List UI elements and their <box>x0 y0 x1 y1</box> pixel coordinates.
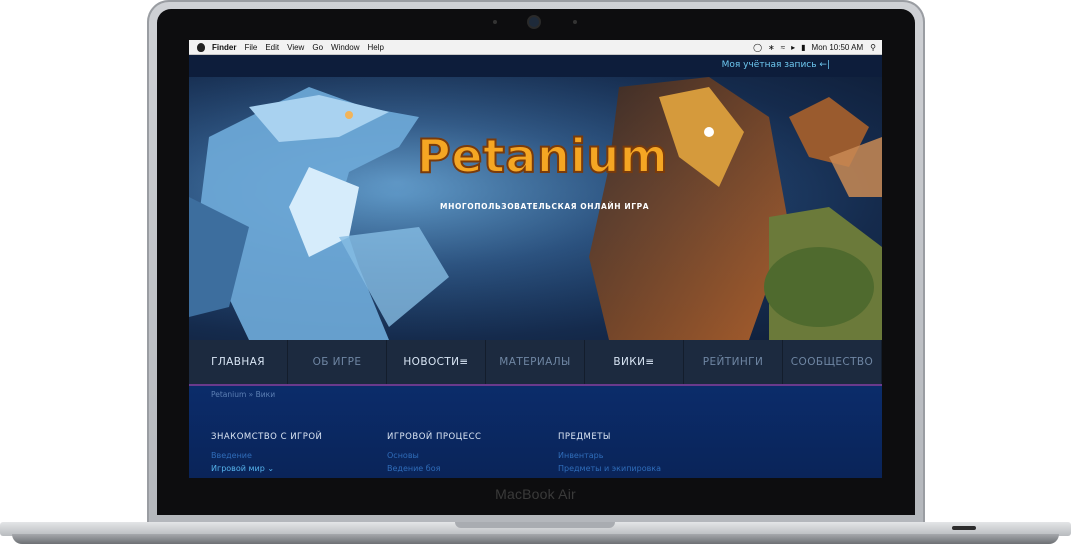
side-port <box>952 526 976 530</box>
chevron-down-icon: ⌄ <box>267 464 275 473</box>
wiki-link[interactable]: Ведение боя <box>387 464 482 473</box>
account-link[interactable]: Моя учётная запись ←| <box>722 60 830 70</box>
spotlight-search-icon[interactable]: ⚲ <box>870 43 876 52</box>
main-nav: ГЛАВНАЯ ОБ ИГРЕ НОВОСТИ ≡ МАТЕРИАЛЫ ВИКИ ≡… <box>189 340 882 386</box>
apple-icon[interactable] <box>197 42 205 52</box>
menu-finder[interactable]: Finder <box>212 43 236 52</box>
nav-label: НОВОСТИ <box>403 356 460 368</box>
wiki-column-gameplay: ИГРОВОЙ ПРОЦЕСС Основы Ведение боя <box>387 432 482 473</box>
wiki-link[interactable]: Инвентарь <box>558 451 661 460</box>
nav-label: МАТЕРИАЛЫ <box>499 356 571 368</box>
battery-icon[interactable]: ▮ <box>801 43 805 52</box>
hero-banner: Petanium МНОГОПОЛЬЗОВАТЕЛЬСКАЯ ОНЛАЙН ИГ… <box>189 77 882 340</box>
laptop-base-bottom <box>12 534 1059 544</box>
nav-label: РЕЙТИНГИ <box>702 356 764 368</box>
nav-label: ВИКИ <box>613 356 646 368</box>
wiki-link[interactable]: Основы <box>387 451 482 460</box>
nav-about[interactable]: ОБ ИГРЕ <box>288 340 387 384</box>
bluetooth-icon[interactable]: ∗ <box>768 43 775 52</box>
wifi-icon[interactable]: ≈ <box>781 43 785 52</box>
menu-clock[interactable]: Mon 10:50 AM <box>812 43 864 52</box>
device-brand-label: MacBook Air <box>495 486 576 502</box>
wiki-link[interactable]: Предметы и экипировка <box>558 464 661 473</box>
lid-opening-notch <box>455 522 615 528</box>
site-topbar: Моя учётная запись ←| <box>189 55 882 77</box>
wiki-content: Petanium » Вики ЗНАКОМСТВО С ИГРОЙ Введе… <box>189 386 882 478</box>
wiki-column-intro: ЗНАКОМСТВО С ИГРОЙ Введение Игровой мир … <box>211 432 322 473</box>
wiki-link-active[interactable]: Игровой мир ⌄ <box>211 464 322 473</box>
volume-icon[interactable]: ▸ <box>791 43 795 52</box>
wiki-column-items: ПРЕДМЕТЫ Инвентарь Предметы и экипировка <box>558 432 661 473</box>
nav-label: СООБЩЕСТВО <box>790 356 874 368</box>
menu-view[interactable]: View <box>287 43 304 52</box>
column-title: ЗНАКОМСТВО С ИГРОЙ <box>211 432 323 442</box>
laptop-screen: Finder File Edit View Go Window Help ◯ ∗… <box>189 40 882 478</box>
column-title: ПРЕДМЕТЫ <box>558 432 611 442</box>
site-logo[interactable]: Petanium <box>416 132 669 180</box>
nav-materials[interactable]: МАТЕРИАЛЫ <box>486 340 585 384</box>
menu-lines-icon: ≡ <box>645 356 655 368</box>
mac-menu-bar: Finder File Edit View Go Window Help ◯ ∗… <box>189 40 882 55</box>
site-tagline: МНОГОПОЛЬЗОВАТЕЛЬСКАЯ ОНЛАЙН ИГРА <box>440 202 650 211</box>
account-label: Моя учётная запись <box>721 60 817 70</box>
camera-icon <box>529 17 539 27</box>
menu-lines-icon: ≡ <box>459 356 469 368</box>
nav-news[interactable]: НОВОСТИ ≡ <box>387 340 486 384</box>
nav-community[interactable]: СООБЩЕСТВО <box>783 340 882 384</box>
column-title: ИГРОВОЙ ПРОЦЕСС <box>387 432 482 442</box>
wiki-link[interactable]: Введение <box>211 451 322 460</box>
sensor-dot <box>573 20 577 24</box>
nav-home[interactable]: ГЛАВНАЯ <box>189 340 288 384</box>
menu-help[interactable]: Help <box>367 43 383 52</box>
nav-wiki[interactable]: ВИКИ ≡ <box>585 340 684 384</box>
menu-file[interactable]: File <box>244 43 257 52</box>
sensor-dot <box>493 20 497 24</box>
menu-go[interactable]: Go <box>312 43 323 52</box>
breadcrumb[interactable]: Petanium » Вики <box>211 390 275 399</box>
nav-label: ГЛАВНАЯ <box>211 356 265 368</box>
login-arrow-icon: ←| <box>819 60 830 70</box>
menu-window[interactable]: Window <box>331 43 359 52</box>
menu-edit[interactable]: Edit <box>265 43 279 52</box>
nav-ratings[interactable]: РЕЙТИНГИ <box>684 340 783 384</box>
message-icon[interactable]: ◯ <box>753 43 762 52</box>
wiki-link-label: Игровой мир <box>211 464 265 473</box>
nav-label: ОБ ИГРЕ <box>312 356 362 368</box>
